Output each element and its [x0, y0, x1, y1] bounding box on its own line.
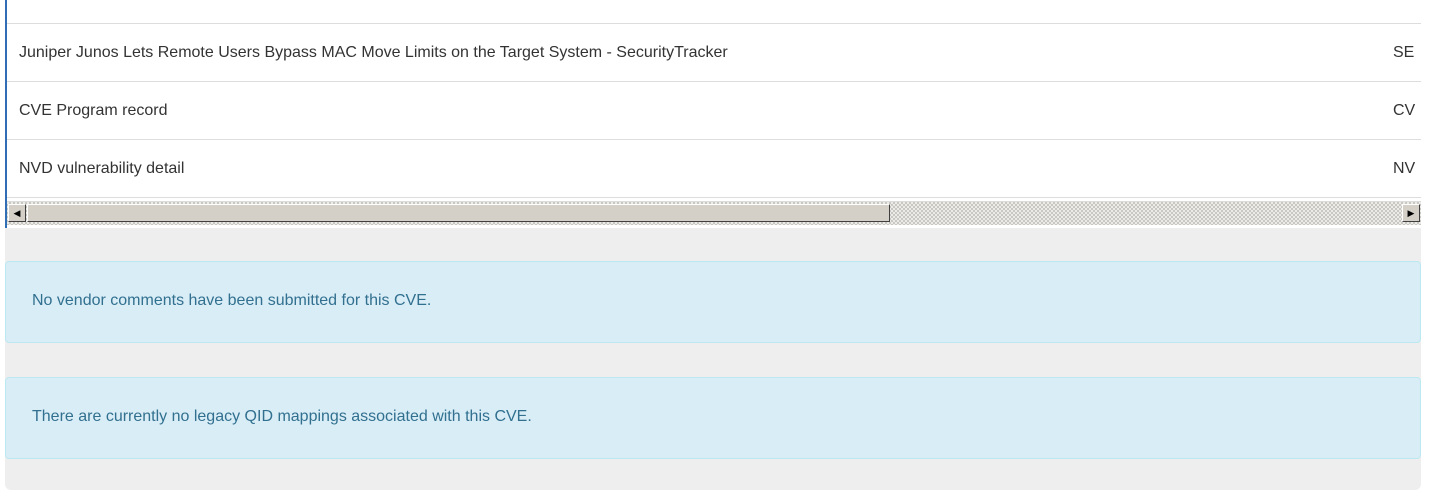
legacy-qid-message: There are currently no legacy QID mappin…: [32, 408, 532, 425]
references-table: Juniper Junos Lets Remote Users Bypass M…: [5, 0, 1421, 228]
reference-title: NVD vulnerability detail: [19, 160, 185, 177]
horizontal-scrollbar[interactable]: ◀ ▶: [7, 201, 1421, 225]
reference-source: CV: [1393, 102, 1416, 119]
reference-source: NV: [1393, 160, 1416, 177]
scrollbar-thumb[interactable]: [27, 204, 890, 222]
vendor-comments-message: No vendor comments have been submitted f…: [32, 292, 432, 309]
table-row[interactable]: CVE Program record CV: [7, 82, 1421, 140]
reference-source: SE: [1393, 44, 1415, 61]
table-row[interactable]: Juniper Junos Lets Remote Users Bypass M…: [7, 24, 1421, 82]
scroll-right-arrow-icon[interactable]: ▶: [1402, 204, 1420, 222]
vendor-comments-alert: No vendor comments have been submitted f…: [5, 261, 1421, 343]
legacy-qid-alert: There are currently no legacy QID mappin…: [5, 377, 1421, 459]
reference-title: CVE Program record: [19, 102, 168, 119]
reference-title: Juniper Junos Lets Remote Users Bypass M…: [19, 44, 728, 61]
table-row[interactable]: NVD vulnerability detail NV: [7, 140, 1421, 198]
scroll-left-arrow-icon[interactable]: ◀: [8, 204, 26, 222]
table-row[interactable]: [7, 0, 1421, 24]
